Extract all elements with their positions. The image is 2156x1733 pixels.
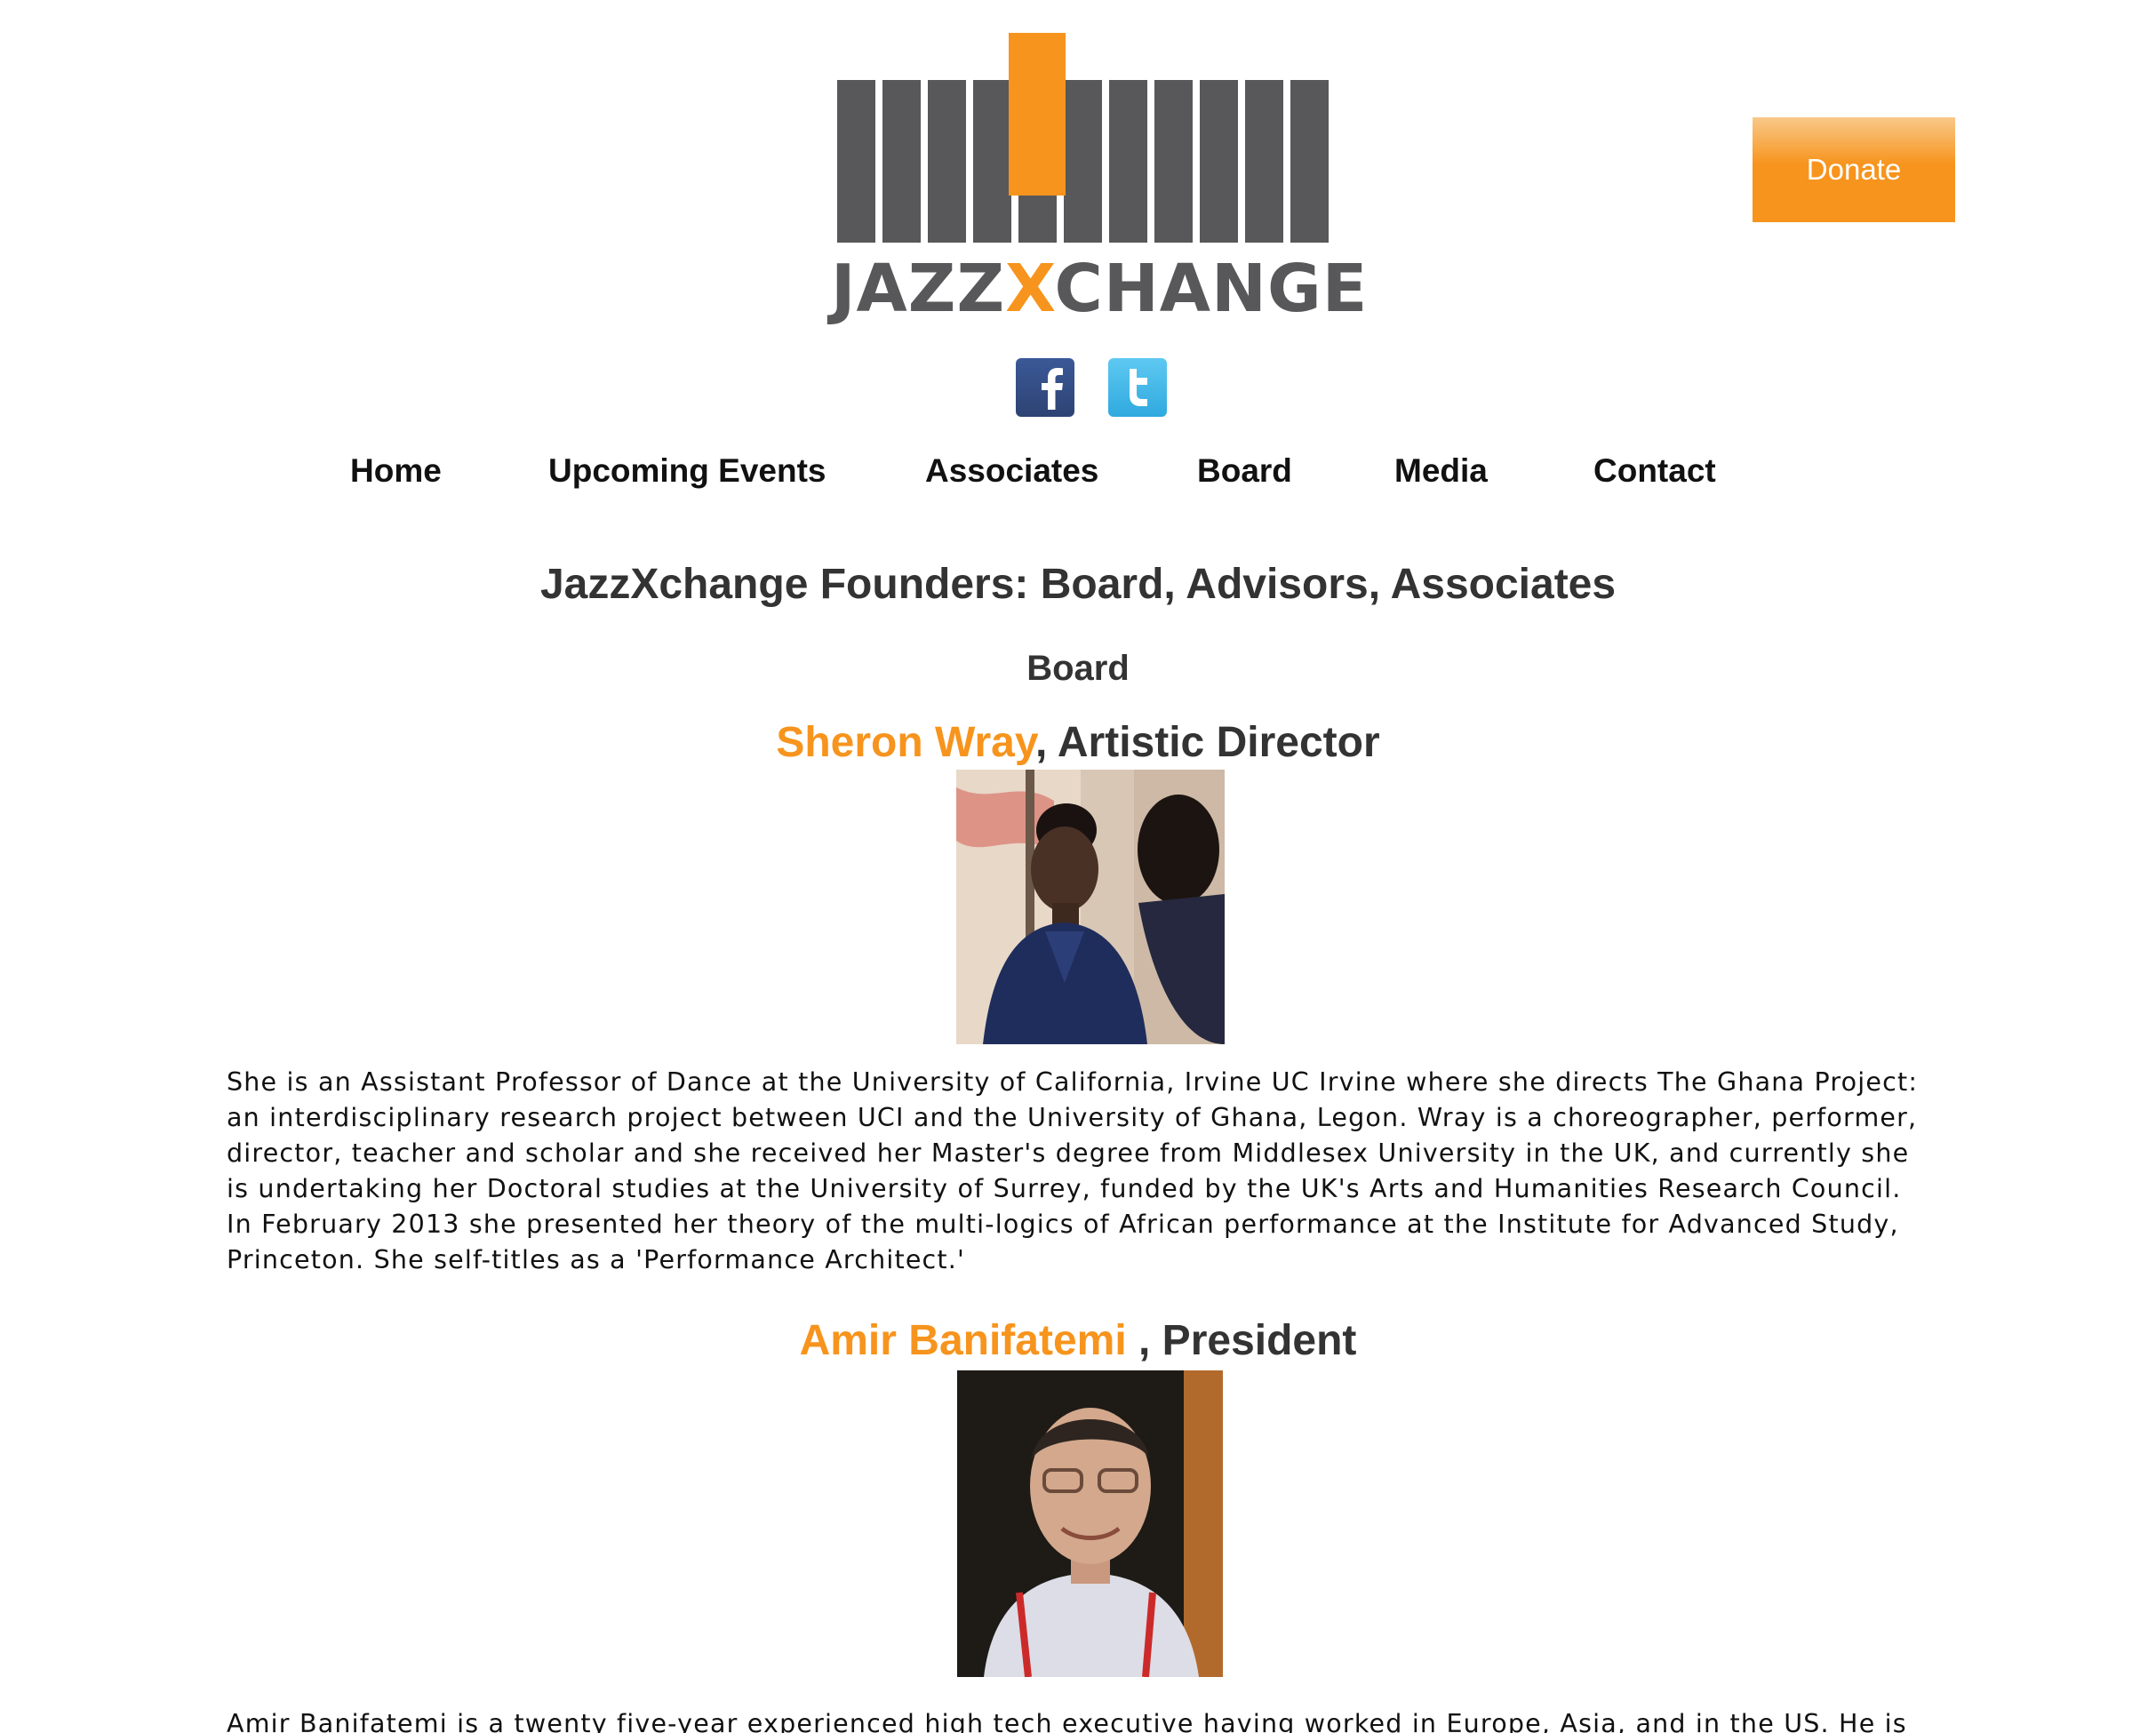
person-photo-sheron-wray [956, 770, 1225, 1044]
person-role: , Artistic Director [1034, 719, 1380, 766]
person-photo-amir-banifatemi [957, 1370, 1223, 1677]
person-heading: Amir Banifatemi , President [0, 1312, 2156, 1370]
person-heading: Sheron Wray, Artistic Director [0, 714, 2156, 772]
nav-item-contact[interactable]: Contact [1593, 444, 1716, 498]
logo-wordmark: JAZZXCHANGE [831, 251, 1369, 327]
section-title-board: Board [1026, 649, 1130, 688]
nav-item-home[interactable]: Home [350, 444, 442, 498]
page-title: JazzXchange Founders: Board, Advisors, A… [539, 561, 1617, 608]
facebook-icon[interactable] [1016, 358, 1074, 417]
piano-keys-logo-icon [837, 33, 1329, 243]
person-bio: She is an Assistant Professor of Dance a… [227, 1067, 1919, 1274]
person-bio: Amir Banifatemi is a twenty five-year ex… [227, 1709, 1907, 1733]
jazzxchange-logo[interactable]: JAZZXCHANGE [831, 33, 1367, 327]
twitter-icon[interactable] [1108, 358, 1167, 417]
nav-item-upcoming-events[interactable]: Upcoming Events [548, 444, 826, 498]
donate-button[interactable]: Donate [1753, 117, 1955, 222]
main-nav: Home Upcoming Events Associates Board Me… [0, 444, 2156, 498]
nav-item-board[interactable]: Board [1197, 444, 1292, 498]
person-name-link[interactable]: Amir Banifatemi [800, 1317, 1138, 1364]
person-role: , President [1138, 1317, 1357, 1364]
page: JAZZXCHANGE Donate Home Upcoming Events … [0, 0, 2156, 1733]
person-name-link[interactable]: Sheron Wray [776, 719, 1035, 766]
nav-item-media[interactable]: Media [1394, 444, 1488, 498]
nav-item-associates[interactable]: Associates [925, 444, 1098, 498]
